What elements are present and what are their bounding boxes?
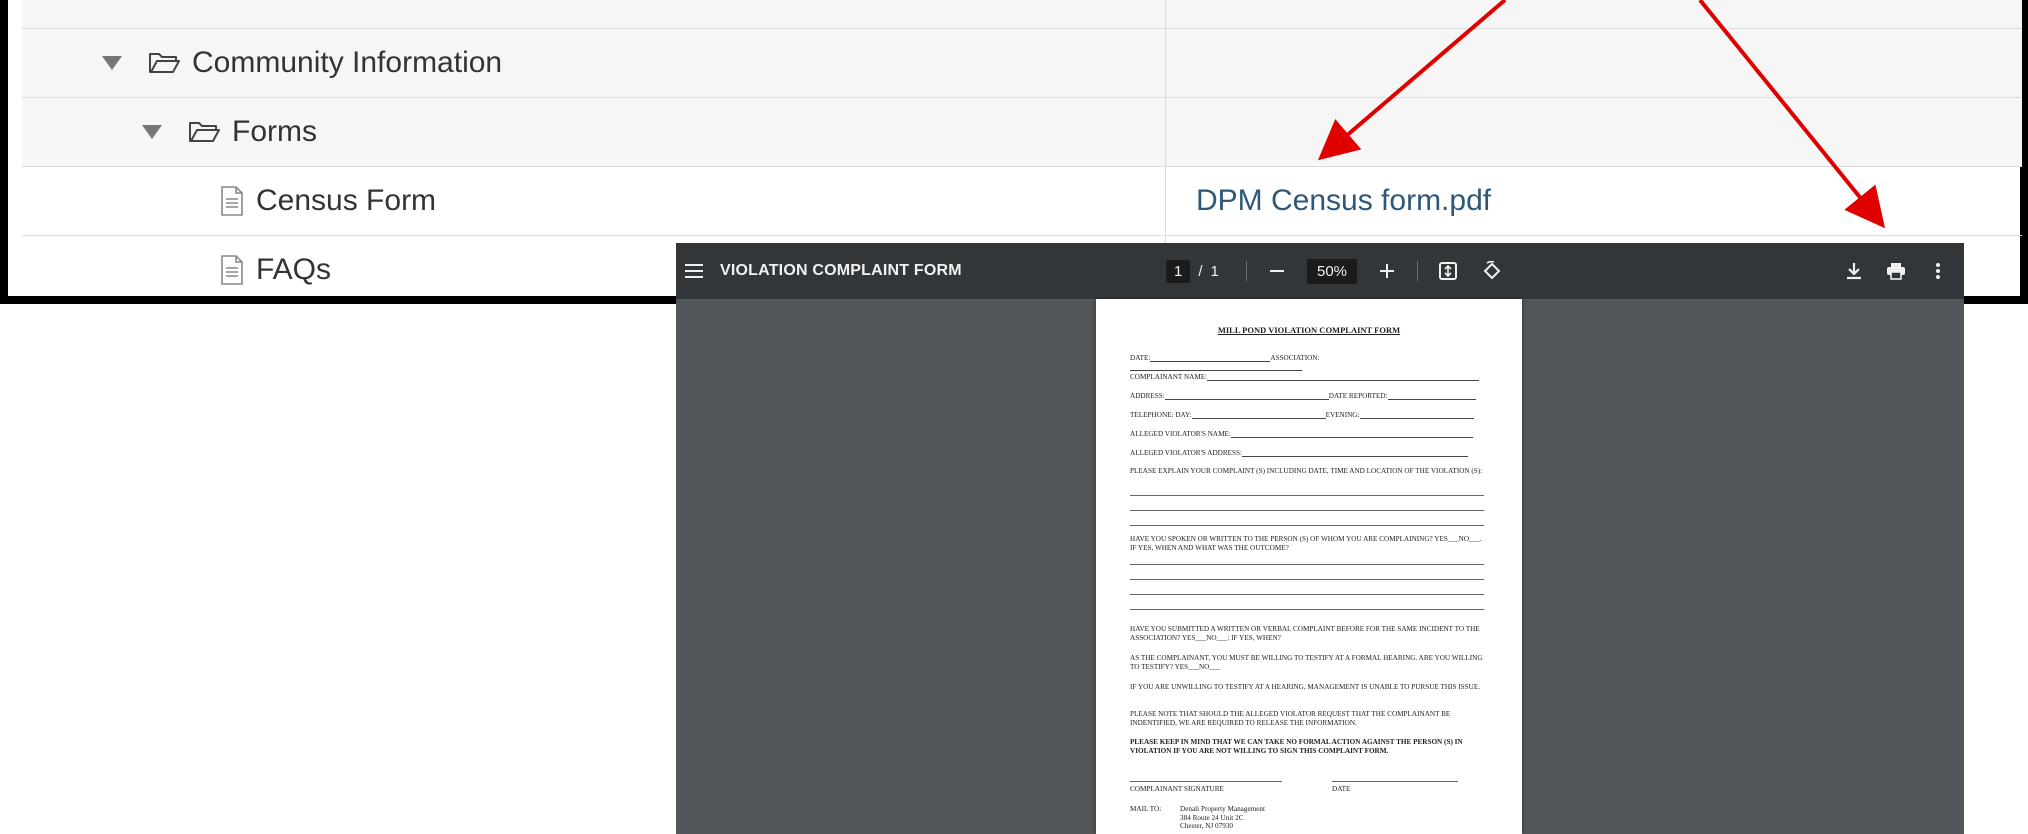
evening-label: EVENING: [1325, 411, 1360, 419]
formal-action-paragraph: PLEASE KEEP IN MIND THAT WE CAN TAKE NO … [1130, 738, 1463, 755]
column-divider [1165, 29, 1166, 97]
rotate-icon[interactable] [1478, 257, 1506, 285]
unwilling-paragraph: IF YOU ARE UNWILLING TO TESTIFY AT A HEA… [1130, 683, 1481, 691]
testify-paragraph: AS THE COMPLAINANT, YOU MUST BE WILLING … [1130, 654, 1483, 671]
address-line-3: Chester, NJ 07930 [1180, 822, 1234, 830]
telephone-day-label: TELEPHONE: DAY: [1130, 411, 1192, 419]
pdf-toolbar: VIOLATION COMPLAINT FORM 1 / 1 50% [676, 243, 1964, 299]
signature-date-label: DATE [1332, 785, 1351, 793]
address-label: ADDRESS: [1130, 392, 1165, 400]
date-association-line: DATE: ASSOCIATION: [1130, 353, 1484, 371]
zoom-out-icon[interactable] [1263, 257, 1291, 285]
violator-address-label: ALLEGED VIOLATOR'S ADDRESS: [1130, 449, 1243, 457]
column-divider [1165, 167, 1166, 235]
download-icon[interactable] [1840, 257, 1868, 285]
folder-open-icon [148, 51, 180, 75]
date-label: DATE: [1130, 354, 1151, 362]
print-icon[interactable] [1882, 257, 1910, 285]
tree-row-community-information[interactable]: Community Information [22, 29, 2022, 98]
expand-triangle-icon[interactable] [142, 125, 162, 139]
zoom-in-icon[interactable] [1373, 257, 1401, 285]
answer-rule [1130, 495, 1484, 496]
page-indicator: 1 / 1 [1166, 243, 1219, 299]
tree-row-census-form[interactable]: Census Form DPM Census form.pdf [22, 167, 2022, 236]
toolbar-separator [1246, 261, 1247, 281]
question-spoken-to-person: HAVE YOU SPOKEN OR WRITTEN TO THE PERSON… [1130, 535, 1482, 552]
mail-to-label: MAIL TO: [1130, 805, 1162, 813]
telephone-line: TELEPHONE: DAY: EVENING: [1130, 410, 1484, 419]
page-total: 1 [1210, 262, 1219, 280]
answer-rule [1130, 510, 1484, 511]
answer-rule [1130, 609, 1484, 610]
answer-rule [1130, 525, 1484, 526]
release-info-paragraph: PLEASE NOTE THAT SHOULD THE ALLEGED VIOL… [1130, 710, 1451, 727]
tree-label: Community Information [192, 46, 503, 79]
date-rule [1332, 781, 1458, 782]
document-icon [220, 255, 244, 285]
answer-rule [1130, 594, 1484, 595]
address-line: ADDRESS: DATE REPORTED: [1130, 391, 1484, 400]
address-line-2: 384 Route 24 Unit 2C [1180, 813, 1244, 822]
answer-rule [1130, 564, 1484, 565]
page-number-input[interactable]: 1 [1166, 259, 1191, 283]
tree-label: Census Form [256, 184, 437, 217]
column-divider [1165, 98, 1166, 166]
tree-row-forms[interactable]: Forms [22, 98, 2022, 167]
menu-icon[interactable] [676, 243, 712, 299]
tree-row-partial[interactable] [22, 0, 2022, 29]
address-line-1: Denali Property Management [1180, 805, 1266, 813]
form-heading: MILL POND VIOLATION COMPLAINT FORM [1217, 325, 1401, 335]
violator-name-label: ALLEGED VIOLATOR'S NAME: [1130, 430, 1231, 438]
violator-name-line: ALLEGED VIOLATOR'S NAME: [1130, 429, 1484, 438]
page-separator: / [1198, 262, 1203, 280]
question-prior-complaint: HAVE YOU SUBMITTED A WRITTEN OR VERBAL C… [1130, 625, 1480, 642]
zoom-controls: 50% [1246, 243, 1506, 299]
census-form-pdf-link[interactable]: DPM Census form.pdf [1196, 167, 1491, 235]
pdf-page: MILL POND VIOLATION COMPLAINT FORM DATE:… [1096, 299, 1522, 834]
association-label: ASSOCIATION: [1270, 354, 1320, 362]
tree-label: FAQs [256, 253, 332, 286]
right-toolbar [1840, 243, 1952, 299]
question-explain-complaint: PLEASE EXPLAIN YOUR COMPLAINT (S) INCLUD… [1130, 467, 1483, 475]
mailing-address: Denali Property Management 384 Route 24 … [1180, 805, 1484, 831]
document-title: VIOLATION COMPLAINT FORM [720, 262, 962, 279]
document-icon [220, 186, 244, 216]
zoom-level-input[interactable]: 50% [1307, 258, 1358, 284]
expand-triangle-icon[interactable] [102, 56, 122, 70]
signature-rule [1130, 781, 1282, 782]
violator-address-line: ALLEGED VIOLATOR'S ADDRESS: [1130, 448, 1484, 457]
tree-label: Forms [232, 115, 317, 148]
more-vert-icon[interactable] [1924, 257, 1952, 285]
pdf-viewer: VIOLATION COMPLAINT FORM 1 / 1 50% MILL … [676, 243, 1964, 834]
toolbar-separator [1417, 261, 1419, 281]
answer-rule [1130, 579, 1484, 580]
complainant-name-line: COMPLAINANT NAME: [1130, 372, 1484, 381]
folder-open-icon [188, 120, 220, 144]
date-reported-label: DATE REPORTED: [1328, 392, 1388, 400]
column-divider [1165, 0, 1166, 28]
complainant-name-label: COMPLAINANT NAME: [1130, 373, 1208, 381]
fit-page-icon[interactable] [1434, 257, 1462, 285]
